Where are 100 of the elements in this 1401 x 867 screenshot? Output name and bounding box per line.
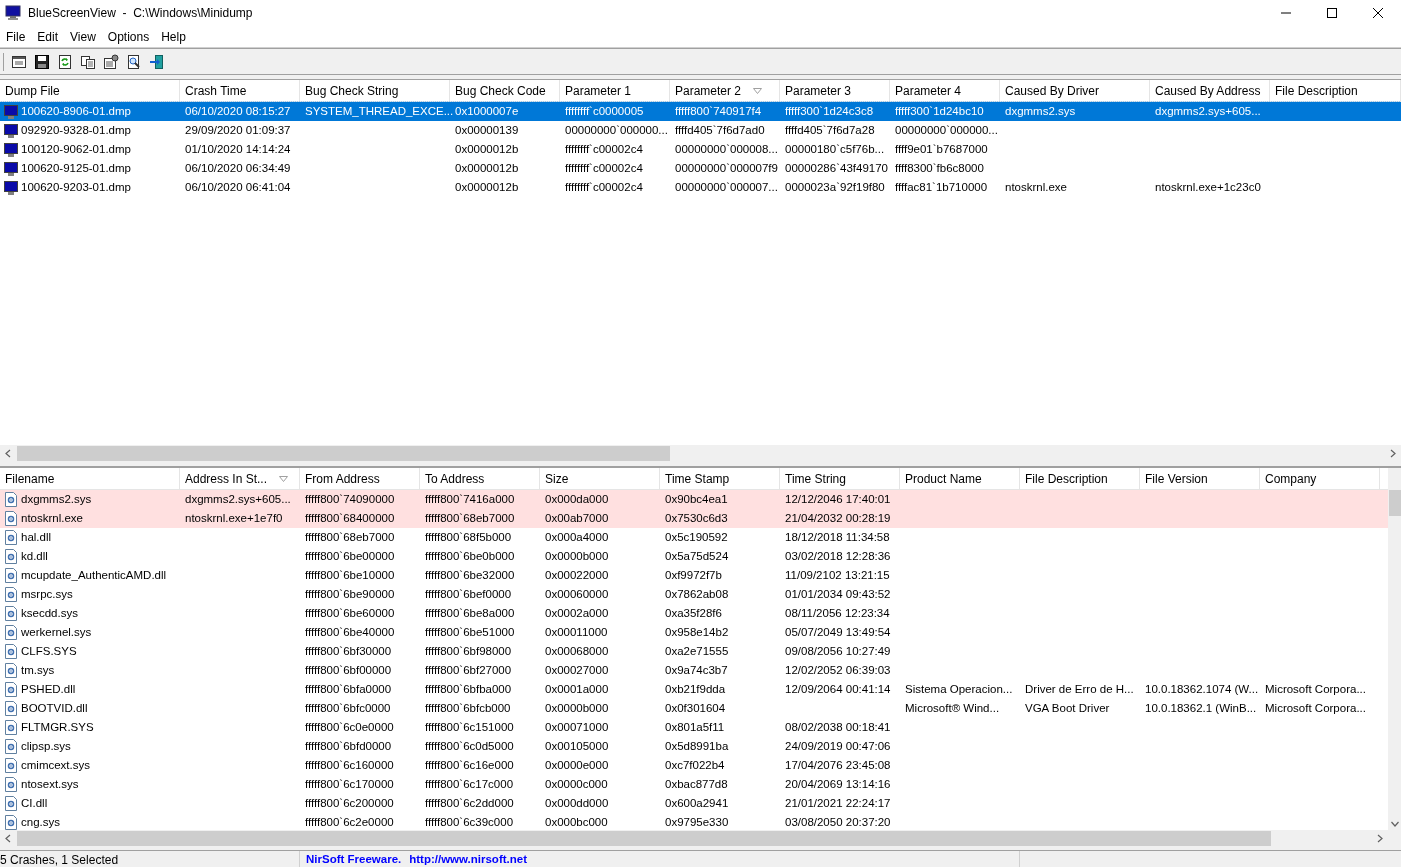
- menu-item[interactable]: File: [0, 26, 32, 47]
- table-cell-text: 18/12/2018 11:34:58: [785, 529, 890, 545]
- table-cell-text: 0x000da000: [545, 491, 609, 507]
- table-cell-text: 0x00068000: [545, 643, 609, 659]
- monitor-icon: [4, 180, 18, 195]
- table-cell-text: 0x7530c6d3: [665, 510, 728, 526]
- table-cell-text: 0x00060000: [545, 586, 609, 602]
- table-cell-text: fffff800`6be32000: [425, 567, 515, 583]
- splitter-bar[interactable]: [0, 462, 1401, 467]
- table-cell-text: fffff800`6c2dd000: [425, 795, 514, 811]
- copy-icon: [79, 53, 96, 70]
- table-cell-text: 0xa35f28f6: [665, 605, 722, 621]
- sort-icon: [279, 476, 289, 482]
- table-cell-text: fffff300`1d24bc10: [895, 103, 984, 119]
- refresh-icon: [56, 53, 73, 70]
- table-cell-text: 100620-8906-01.dmp: [21, 103, 131, 119]
- table-cell-text: 01/10/2020 14:14:24: [185, 141, 291, 157]
- table-cell-text: 0x00105000: [545, 738, 609, 754]
- file-gear-icon: [4, 644, 18, 659]
- file-gear-icon: [4, 606, 18, 621]
- status-text: 5 Crashes, 1 Selected: [0, 852, 119, 867]
- crash-row[interactable]: 100620-8906-01.dmp 06/10/2020 08:15:27 SYSTEM_THREAD_EXCE...0x1000007e ffffffff`c0000005 fffff800`740917f4 fffff300`1d24c3c8 fffff300`1d24bc10 dxgmms2.sys dxgmms2.sys+605...: [0, 102, 1401, 121]
- table-cell-text: clipsp.sys: [21, 738, 71, 754]
- table-cell-text: 0x801a5f11: [665, 719, 725, 735]
- table-cell-text: fffff800`6be8a000: [425, 605, 515, 621]
- table-cell-text: 100620-9203-01.dmp: [21, 179, 131, 195]
- table-cell-text: ffffac81`1b710000: [895, 179, 988, 195]
- table-cell-text: 0x00011000: [545, 624, 608, 640]
- table-cell-text: fffff800`6bfcb000: [425, 700, 511, 716]
- table-cell-text: 0xb21f9dda: [665, 681, 726, 697]
- table-cell-text: fffff800`6c200000: [305, 795, 394, 811]
- monitor-icon: [4, 104, 18, 119]
- table-cell-text: fffff800`6bfd0000: [305, 738, 392, 754]
- table-cell-text: ntoskrnl.exe+1e7f0: [185, 510, 283, 526]
- table-cell-text: fffff800`6bf00000: [305, 662, 392, 678]
- table-cell-text: 08/02/2038 00:18:41: [785, 719, 891, 735]
- table-cell-text: 10.0.18362.1074 (W...: [1145, 681, 1259, 697]
- table-cell-text: 0x600a2941: [665, 795, 729, 811]
- table-cell-text: CLFS.SYS: [21, 643, 77, 659]
- find-icon: [125, 53, 142, 70]
- table-cell-text: 100620-9125-01.dmp: [21, 160, 131, 176]
- menu-item[interactable]: View: [64, 26, 102, 47]
- file-gear-icon: [4, 663, 18, 678]
- table-cell-text: fffff800`6c160000: [305, 757, 394, 773]
- scrollbar-thumb[interactable]: [17, 831, 1271, 846]
- table-cell-text: 0x0000e000: [545, 757, 609, 773]
- table-cell-text: fffff800`740917f4: [675, 103, 762, 119]
- website-link[interactable]: http://www.nirsoft.net: [409, 851, 527, 867]
- vertical-scrollbar[interactable]: [1388, 467, 1401, 830]
- table-cell-text: 0000023a`92f19f80: [785, 179, 885, 195]
- crash-row[interactable]: 092920-9328-01.dmp 29/09/2020 01:09:37 0x00000139 00000000`000000... ffffd405`7f6d7ad0 ffffd405`7f6d7a28 00000000`000000...: [0, 121, 1401, 140]
- table-cell-text: 0x0000c000: [545, 776, 608, 792]
- scrollbar-thumb[interactable]: [1388, 490, 1401, 516]
- table-cell-text: ffffffff`c00002c4: [565, 179, 643, 195]
- table-cell-text: fffff800`68400000: [305, 510, 395, 526]
- table-cell-text: 20/04/2069 13:14:16: [785, 776, 891, 792]
- driver-row[interactable]: ntoskrnl.exe ntoskrnl.exe+1e7f0 fffff800`68400000 fffff800`68eb7000 0x00ab7000 0x7530c6d3 21/04/2032 00:28:19: [0, 509, 1388, 528]
- table-cell-text: 01/01/2034 09:43:52: [785, 586, 891, 602]
- file-gear-icon: [4, 549, 18, 564]
- menu-item[interactable]: Help: [155, 26, 192, 47]
- table-cell-text: fffff800`6be40000: [305, 624, 395, 640]
- file-gear-icon: [4, 739, 18, 754]
- table-cell-text: msrpc.sys: [21, 586, 73, 602]
- table-cell-text: 092920-9328-01.dmp: [21, 122, 131, 138]
- horizontal-scrollbar[interactable]: [0, 830, 1401, 847]
- horizontal-scrollbar[interactable]: [0, 445, 1401, 462]
- driver-row[interactable]: dxgmms2.sys dxgmms2.sys+605... fffff800`74090000 fffff800`7416a000 0x000da000 0x90bc4ea1 12/12/2046 17:40:01: [0, 490, 1388, 509]
- table-cell-text: ffffffff`c00002c4: [565, 160, 643, 176]
- table-cell-text: fffff800`6bf98000: [425, 643, 512, 659]
- table-cell-text: 0x1000007e: [455, 103, 519, 119]
- file-gear-icon: [4, 625, 18, 640]
- table-cell-text: 00000000`000007f9: [675, 160, 778, 176]
- menu-item[interactable]: Edit: [31, 26, 65, 47]
- table-cell-text: ntoskrnl.exe+1c23c0: [1155, 179, 1261, 195]
- file-gear-icon: [4, 777, 18, 792]
- table-cell-text: fffff800`68eb7000: [425, 510, 515, 526]
- table-cell-text: 0x90bc4ea1: [665, 491, 728, 507]
- table-cell-text: 0x00022000: [545, 567, 609, 583]
- table-cell-text: 0x0000b000: [545, 700, 609, 716]
- table-cell-text: 03/02/2018 12:28:36: [785, 548, 891, 564]
- app-icon: [5, 5, 21, 21]
- file-gear-icon: [4, 815, 18, 830]
- table-cell-text: ffff9e01`b7687000: [895, 141, 988, 157]
- table-cell-text: tm.sys: [21, 662, 55, 678]
- table-cell-text: 0xc7f022b4: [665, 757, 725, 773]
- monitor-icon: [4, 161, 18, 176]
- scrollbar-thumb[interactable]: [17, 446, 670, 461]
- table-cell-text: ntoskrnl.exe: [1005, 179, 1067, 195]
- table-cell-text: 0x5c190592: [665, 529, 728, 545]
- table-cell-text: 0x0000b000: [545, 548, 609, 564]
- menu-item[interactable]: Options: [101, 26, 156, 47]
- table-cell-text: 0xbac877d8: [665, 776, 728, 792]
- table-cell-text: 24/09/2019 00:47:06: [785, 738, 891, 754]
- table-cell-text: fffff800`6be60000: [305, 605, 395, 621]
- file-gear-icon: [4, 682, 18, 697]
- table-cell-text: 100120-9062-01.dmp: [21, 141, 131, 157]
- table-cell-text: fffff800`6bf30000: [305, 643, 392, 659]
- file-gear-icon: [4, 492, 18, 507]
- table-cell-text: ffffffff`c00002c4: [565, 141, 643, 157]
- table-cell-text: 08/11/2056 12:23:34: [785, 605, 890, 621]
